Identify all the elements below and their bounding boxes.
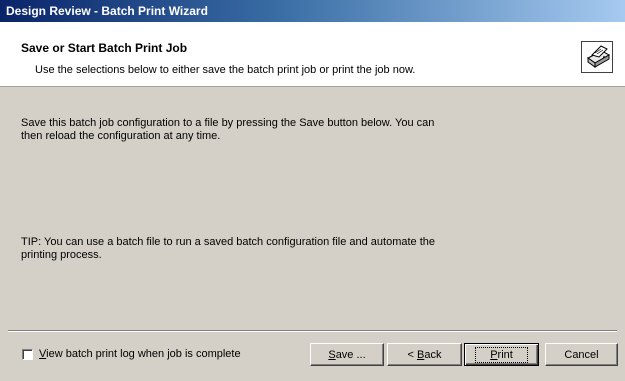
print-button[interactable]: Print	[464, 343, 539, 366]
printer-icon	[581, 41, 613, 73]
print-focus-ring: Print	[475, 346, 528, 363]
header-title: Save or Start Batch Print Job	[21, 41, 188, 55]
view-log-option[interactable]: View batch print log when job is complet…	[22, 348, 241, 360]
batch-print-wizard-dialog: Design Review - Batch Print Wizard Save …	[0, 0, 625, 381]
header-subtitle: Use the selections below to either save …	[35, 64, 416, 76]
save-button[interactable]: Save ...	[310, 343, 384, 366]
window-title: Design Review - Batch Print Wizard	[6, 4, 208, 18]
back-button[interactable]: < Back	[387, 343, 462, 366]
view-log-checkbox[interactable]	[22, 348, 33, 360]
title-bar[interactable]: Design Review - Batch Print Wizard	[0, 0, 625, 22]
view-log-label[interactable]: View batch print log when job is complet…	[39, 348, 241, 360]
tip-text: TIP: You can use a batch file to run a s…	[21, 236, 435, 261]
footer-divider	[8, 330, 617, 332]
wizard-header: Save or Start Batch Print Job Use the se…	[0, 22, 625, 87]
cancel-button[interactable]: Cancel	[545, 343, 618, 366]
save-instructions-text: Save this batch job configuration to a f…	[21, 117, 435, 142]
